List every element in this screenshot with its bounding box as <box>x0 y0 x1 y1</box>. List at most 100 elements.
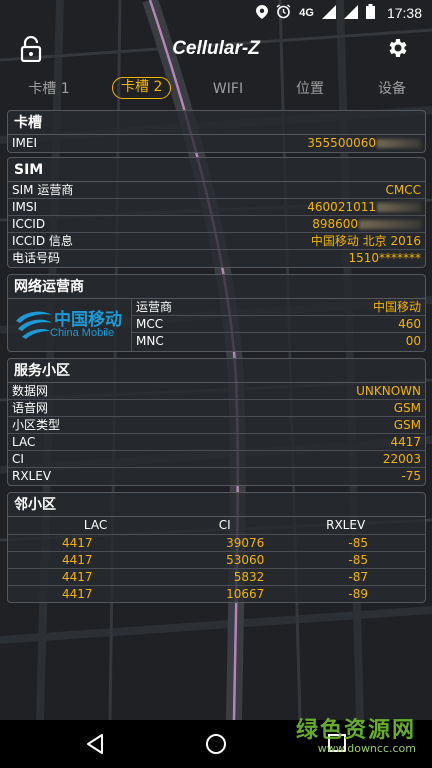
redacted-blur <box>377 203 421 212</box>
status-bar: 4G 17:38 <box>0 0 432 26</box>
location-icon <box>256 4 269 22</box>
lac-value: 4417 <box>390 435 421 449</box>
voice-network-label: 语音网 <box>12 401 49 415</box>
cell-type-label: 小区类型 <box>12 418 61 432</box>
signal-2-icon <box>343 4 358 22</box>
lac-label: LAC <box>12 435 36 449</box>
cell-type-row: 小区类型 GSM <box>8 417 425 434</box>
phone-value: 1510******* <box>348 251 421 265</box>
mnc-value: 00 <box>405 334 421 348</box>
phone-row: 电话号码 1510******* <box>8 250 425 267</box>
battery-icon <box>365 4 375 22</box>
neighbor-cells-title: 邻小区 <box>8 493 425 517</box>
network-operator-title: 网络运营商 <box>8 275 425 299</box>
tab-device[interactable]: 设备 <box>372 78 412 100</box>
iccid-info-label: ICCID 信息 <box>12 234 73 248</box>
ci-label: CI <box>12 452 24 466</box>
carrier-label: 运营商 <box>136 300 173 314</box>
china-mobile-logo: 中国移动 China Mobile <box>8 299 132 351</box>
neighbor-cells-card: 邻小区 LAC CI RXLEV 4417 39076 -85 4417 530… <box>7 492 426 603</box>
sim-operator-value: CMCC <box>385 183 422 197</box>
neighbor-rxlev: -85 <box>266 551 425 569</box>
imei-row: IMEI 355500060 <box>8 135 425 152</box>
iccid-row: ICCID 898600 <box>8 216 425 233</box>
lac-row: LAC 4417 <box>8 434 425 451</box>
iccid-value: 898600 <box>312 217 358 231</box>
signal-icon <box>321 4 336 22</box>
col-header-lac: LAC <box>8 517 184 535</box>
carrier-row: 运营商 中国移动 <box>132 299 425 316</box>
neighbor-lac: 4417 <box>8 534 184 552</box>
data-network-label: 数据网 <box>12 384 49 398</box>
voice-network-value: GSM <box>393 401 421 415</box>
tab-slot-1[interactable]: 卡槽 1 <box>24 78 74 100</box>
col-header-ci: CI <box>183 517 267 535</box>
sim-card-title: SIM <box>8 158 425 182</box>
neighbor-lac: 4417 <box>8 568 184 586</box>
neighbor-header-row: LAC CI RXLEV <box>8 517 425 535</box>
serving-cell-card: 服务小区 数据网 UNKNOWN 语音网 GSM 小区类型 GSM LAC 44… <box>7 358 426 486</box>
slot-card: 卡槽 IMEI 355500060 <box>7 110 426 153</box>
ci-row: CI 22003 <box>8 451 425 468</box>
iccid-info-value: 中国移动 北京 2016 <box>310 234 421 248</box>
app-bar: Cellular-Z <box>0 28 432 70</box>
sim-operator-label: SIM 运营商 <box>12 183 74 197</box>
neighbor-ci: 5832 <box>183 568 267 586</box>
mcc-value: 460 <box>398 317 421 331</box>
watermark-title: 绿色资源网 <box>295 718 416 743</box>
tab-bar: 卡槽 1 卡槽 2 WIFI 位置 设备 <box>0 74 432 104</box>
mnc-label: MNC <box>136 334 164 348</box>
ci-value: 22003 <box>382 452 421 466</box>
data-network-row: 数据网 UNKNOWN <box>8 383 425 400</box>
table-row: 4417 39076 -85 <box>8 534 425 552</box>
tab-wifi[interactable]: WIFI <box>206 78 250 100</box>
redacted-blur <box>359 220 421 229</box>
tab-location[interactable]: 位置 <box>290 78 330 100</box>
logo-text-en: China Mobile <box>50 327 115 339</box>
rxlev-value: -75 <box>401 469 421 483</box>
neighbor-rxlev: -89 <box>348 586 368 601</box>
carrier-value: 中国移动 <box>372 300 421 314</box>
mcc-label: MCC <box>136 317 164 331</box>
neighbor-lac: 4417 <box>62 586 93 601</box>
neighbor-lac: 4417 <box>8 551 184 569</box>
phone-label: 电话号码 <box>12 251 61 265</box>
serving-cell-title: 服务小区 <box>8 359 425 383</box>
watermark: 绿色资源网 www.downcc.com <box>296 712 416 755</box>
redacted-blur <box>377 139 421 148</box>
sim-card: SIM SIM 运营商 CMCC IMSI 460021011 ICCID 89… <box>7 157 426 268</box>
sim-operator-row: SIM 运营商 CMCC <box>8 182 425 199</box>
imsi-label: IMSI <box>12 200 38 214</box>
china-mobile-logo-icon <box>16 311 52 339</box>
network-type-label: 4G <box>299 7 314 19</box>
rxlev-row: RXLEV -75 <box>8 468 425 485</box>
gear-icon[interactable] <box>386 36 412 62</box>
back-icon[interactable] <box>84 732 108 756</box>
imsi-value: 460021011 <box>307 200 376 214</box>
network-operator-card: 网络运营商 中国移动 China Mobile 运营商 中国移动 MCC 460… <box>7 274 426 352</box>
imsi-row: IMSI 460021011 <box>8 199 425 216</box>
rxlev-label: RXLEV <box>12 469 52 483</box>
neighbor-table: LAC CI RXLEV 4417 39076 -85 4417 53060 -… <box>8 517 425 602</box>
iccid-info-row: ICCID 信息 中国移动 北京 2016 <box>8 233 425 250</box>
tab-slot-2[interactable]: 卡槽 2 <box>112 77 172 99</box>
app-title: Cellular-Z <box>172 38 260 59</box>
table-row: 4417 10667 -89 <box>8 585 425 602</box>
table-row: 4417 5832 -87 <box>8 568 425 586</box>
mcc-row: MCC 460 <box>132 316 425 333</box>
imei-label: IMEI <box>12 136 38 150</box>
cell-type-value: GSM <box>393 418 421 432</box>
imei-value: 355500060 <box>307 136 376 150</box>
iccid-label: ICCID <box>12 217 46 231</box>
slot-card-title: 卡槽 <box>8 111 425 135</box>
table-row: 4417 53060 -85 <box>8 551 425 569</box>
col-header-rxlev: RXLEV <box>266 517 425 535</box>
alarm-icon <box>276 4 291 22</box>
clock: 17:38 <box>386 5 422 21</box>
neighbor-rxlev: -85 <box>266 534 425 552</box>
neighbor-rxlev: -87 <box>266 568 425 586</box>
neighbor-ci: 39076 <box>183 534 267 552</box>
neighbor-ci: 10667 <box>226 586 265 601</box>
home-icon[interactable] <box>204 732 228 756</box>
voice-network-row: 语音网 GSM <box>8 400 425 417</box>
